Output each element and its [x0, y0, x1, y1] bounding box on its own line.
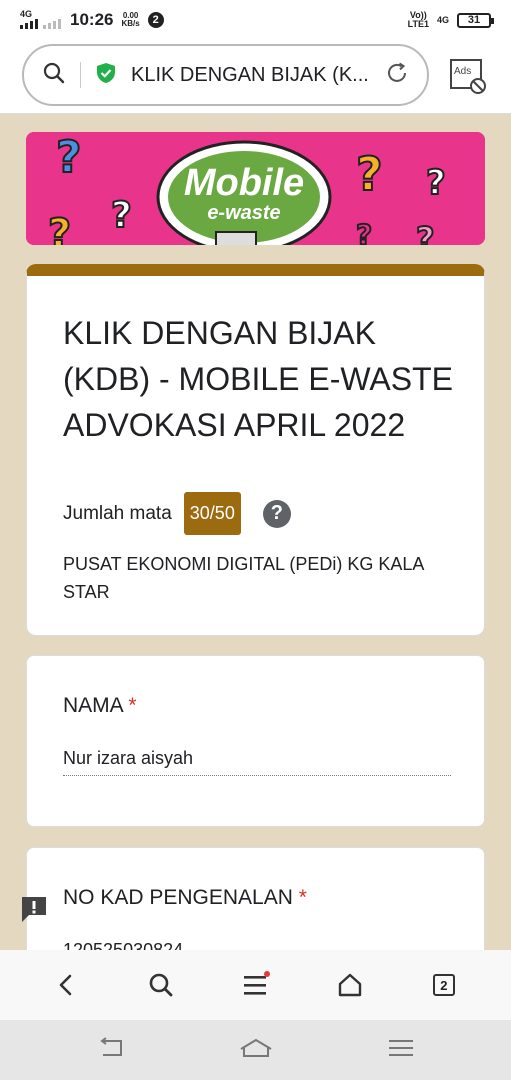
battery-level: 31 — [467, 14, 481, 26]
required-mark: * — [128, 694, 137, 717]
status-right: Vo)) LTE1 4G 31 — [408, 11, 494, 29]
notification-count-badge: 2 — [147, 12, 164, 28]
search-icon[interactable] — [42, 61, 66, 90]
question-label: NO KAD PENGENALAN * — [63, 886, 307, 910]
score-row: Jumlah mata 30/50 ? — [63, 492, 291, 535]
question-label: NAMA * — [63, 694, 137, 718]
svg-text:?: ? — [56, 132, 82, 183]
svg-text:?: ? — [356, 147, 383, 201]
svg-text:?: ? — [111, 195, 132, 236]
header-banner-image: ? ? ? ? ? ? ? Mobile e-waste — [26, 132, 485, 245]
system-home-icon[interactable] — [238, 1037, 274, 1064]
speed-unit: KB/s — [121, 19, 140, 28]
browser-toolbar: KLIK DENGAN BIJAK (K... Ads — [0, 40, 511, 114]
answer-field[interactable]: Nur izara aisyah — [63, 748, 451, 776]
banner-logo-line2: e-waste — [207, 202, 281, 224]
tabs-icon[interactable]: 2 — [420, 961, 468, 1009]
tabs-count: 2 — [432, 974, 455, 996]
svg-text:?: ? — [426, 163, 446, 203]
home-icon[interactable] — [326, 961, 374, 1009]
battery-icon: 31 — [457, 12, 494, 28]
report-icon[interactable] — [19, 895, 49, 923]
banner-logo-line1: Mobile — [183, 162, 305, 204]
score-label: Jumlah mata — [63, 502, 172, 524]
required-mark: * — [298, 886, 307, 909]
network-type: 4G — [20, 9, 33, 19]
volte-bottom: LTE1 — [407, 19, 429, 29]
network-speed: 0.00 KB/s — [121, 12, 139, 28]
reload-icon[interactable] — [385, 61, 409, 90]
form-header-card: KLIK DENGAN BIJAK (KDB) - MOBILE E-WASTE… — [26, 264, 485, 636]
ads-block-icon[interactable]: Ads — [449, 56, 489, 96]
question-title: NO KAD PENGENALAN — [63, 886, 293, 909]
svg-text:?: ? — [356, 218, 372, 245]
help-icon[interactable]: ? — [262, 499, 291, 528]
clock: 10:26 — [70, 10, 114, 29]
browser-bottom-nav: 2 — [0, 950, 511, 1020]
form-description: PUSAT EKONOMI DIGITAL (PEDi) KG KALA STA… — [63, 554, 424, 602]
status-left: 4G 10:26 0.00 KB/s 2 — [20, 9, 164, 31]
svg-text:?: ? — [416, 220, 435, 245]
address-bar[interactable]: KLIK DENGAN BIJAK (K... — [22, 44, 429, 106]
signal-icon: 4G — [20, 9, 62, 31]
system-menu-icon[interactable] — [388, 1038, 414, 1063]
shield-check-icon — [95, 62, 117, 89]
system-nav-bar — [0, 1020, 511, 1080]
volte-indicator: Vo)) LTE1 — [408, 11, 429, 29]
question-card-nama: NAMA * Nur izara aisyah — [26, 655, 485, 827]
ads-label: Ads — [454, 66, 472, 77]
notification-dot — [264, 971, 271, 977]
search-nav-icon[interactable] — [137, 961, 185, 1009]
svg-text:?: ? — [48, 211, 71, 245]
url-title[interactable]: KLIK DENGAN BIJAK (K... — [131, 64, 371, 87]
score-badge: 30/50 — [183, 492, 241, 535]
network-type-2: 4G — [436, 15, 449, 25]
question-title: NAMA — [63, 694, 123, 717]
divider — [80, 62, 81, 88]
menu-icon[interactable] — [231, 961, 279, 1009]
back-icon[interactable] — [43, 961, 91, 1009]
status-bar: 4G 10:26 0.00 KB/s 2 Vo)) LTE1 4G 31 — [0, 0, 511, 40]
recent-back-icon[interactable] — [97, 1036, 125, 1064]
form-title: KLIK DENGAN BIJAK (KDB) - MOBILE E-WASTE… — [63, 315, 453, 443]
